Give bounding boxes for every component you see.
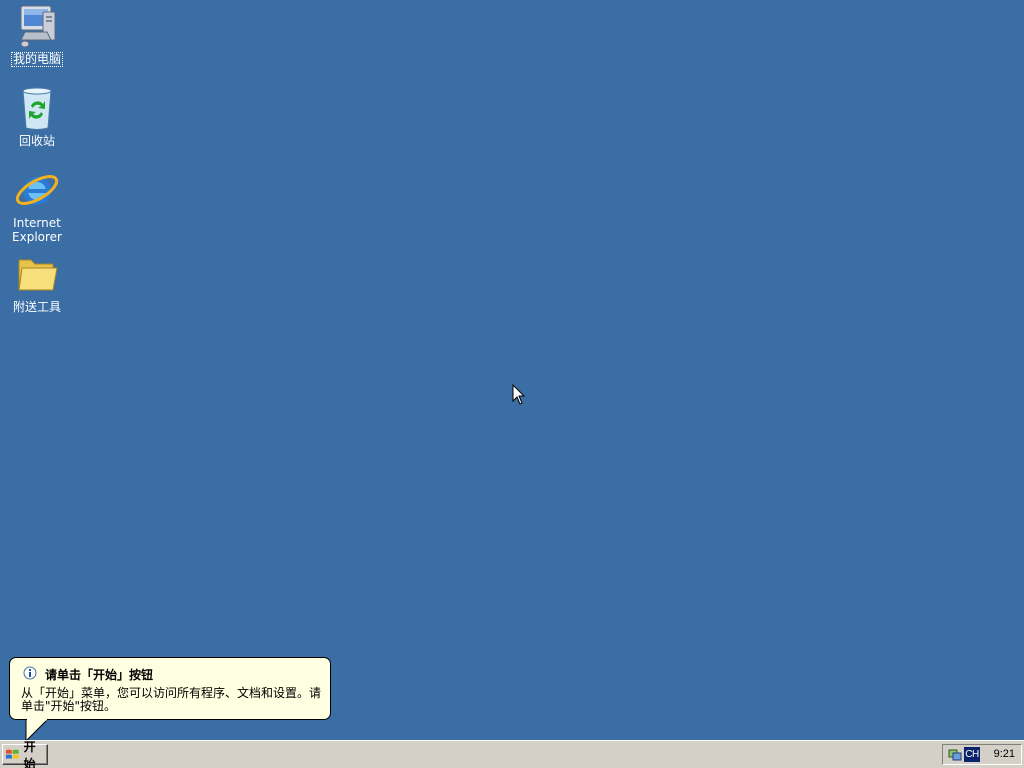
desktop-icon-label: Internet bbox=[13, 216, 61, 230]
taskbar: 开始 CH 9:21 bbox=[0, 740, 1024, 768]
start-button[interactable]: 开始 bbox=[2, 740, 48, 768]
desktop-icon-label: Explorer bbox=[12, 230, 62, 244]
desktop-icon-internet-explorer[interactable]: Internet Explorer bbox=[4, 166, 70, 244]
balloon-title: 请单击「开始」按钮 bbox=[45, 668, 154, 682]
start-balloon-tooltip[interactable]: 请单击「开始」按钮 从「开始」菜单，您可以访问所有程序、文档和设置。请单击"开始… bbox=[9, 657, 331, 720]
mouse-cursor-icon bbox=[512, 384, 526, 405]
desktop-icon-label: 回收站 bbox=[18, 134, 55, 148]
info-icon bbox=[23, 666, 37, 680]
language-indicator[interactable]: CH bbox=[964, 747, 980, 762]
desktop-icon-my-computer[interactable]: 我的电脑 bbox=[4, 2, 70, 67]
tray-clock[interactable]: 9:21 bbox=[994, 748, 1015, 760]
desktop-icon-label: 附送工具 bbox=[12, 300, 61, 314]
my-computer-icon bbox=[20, 5, 56, 48]
balloon-text: 从「开始」菜单，您可以访问所有程序、文档和设置。请单击"开始"按钮。 bbox=[21, 686, 322, 713]
network-icon[interactable] bbox=[947, 747, 962, 762]
desktop-icon-recycle-bin[interactable]: 回收站 bbox=[4, 84, 70, 148]
start-button-label: 开始 bbox=[23, 739, 36, 768]
internet-explorer-icon bbox=[15, 175, 59, 205]
desktop-icon-accessories[interactable]: 附送工具 bbox=[4, 250, 70, 314]
system-tray: CH 9:21 bbox=[942, 744, 1022, 765]
recycle-bin-icon bbox=[22, 87, 52, 130]
desktop-icon-label: 我的电脑 bbox=[10, 52, 64, 67]
folder-icon bbox=[18, 259, 58, 291]
windows-logo-icon bbox=[5, 749, 19, 759]
